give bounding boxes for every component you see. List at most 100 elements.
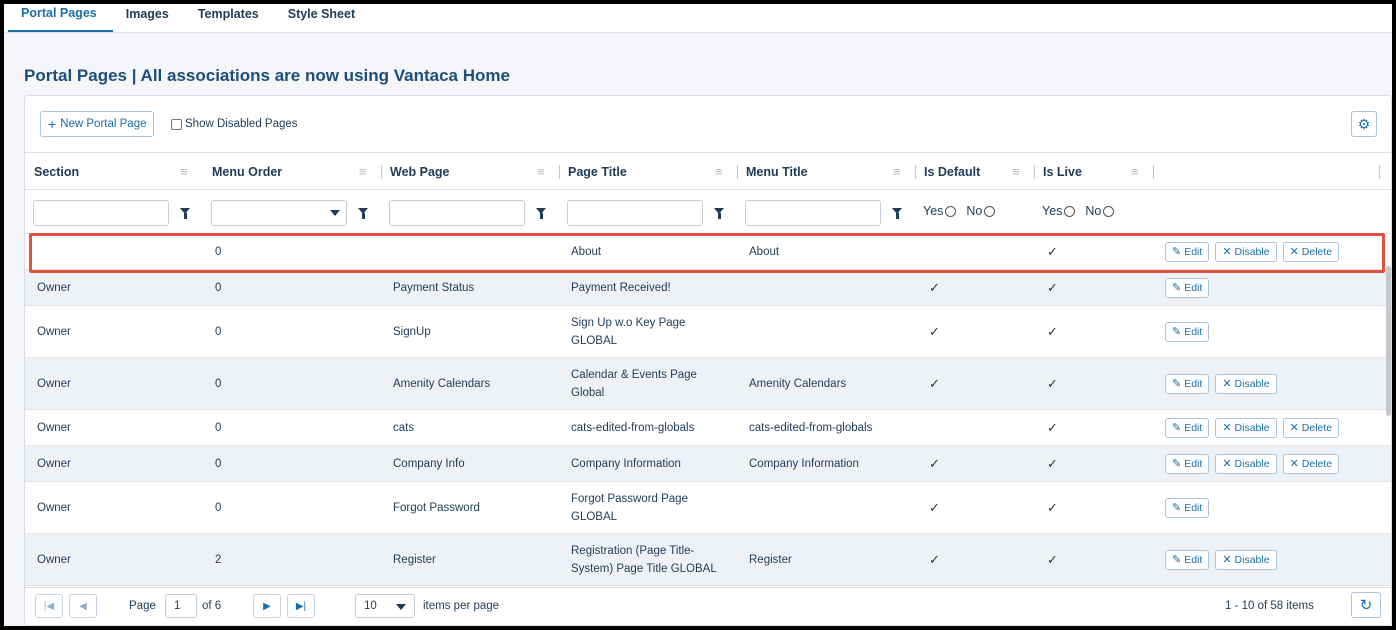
cell-menu-title: cats-edited-from-globals (749, 421, 873, 434)
pencil-icon: ✎ (1172, 554, 1182, 566)
column-header-web-page[interactable]: Web Page (390, 153, 450, 191)
no-label: No (1085, 204, 1102, 218)
yes-label: Yes (1042, 204, 1063, 218)
column-separator[interactable] (1379, 165, 1380, 179)
column-header-page-title[interactable]: Page Title (568, 153, 627, 191)
show-disabled-checkbox[interactable] (171, 118, 182, 130)
x-icon: ✕ (1289, 422, 1299, 434)
tab-portal-pages[interactable]: Portal Pages (8, 4, 113, 32)
disable-button[interactable]: ✕ Disable (1215, 241, 1277, 262)
disable-button[interactable]: ✕ Disable (1215, 417, 1277, 438)
next-page-button[interactable]: ▶ (253, 594, 281, 618)
delete-button[interactable]: ✕ Delete (1282, 241, 1340, 262)
column-separator[interactable] (559, 165, 560, 179)
chevron-down-icon (330, 210, 340, 216)
is-default-check-icon: ✓ (929, 551, 940, 567)
table-row[interactable]: Owner 0 Company Info Company Information Com… (25, 446, 1391, 482)
column-separator[interactable] (737, 165, 738, 179)
table-row[interactable]: Owner 0 cats cats-edited-from-globals cats-e… (25, 410, 1391, 446)
is-default-yes-radio[interactable] (945, 205, 957, 217)
is-live-check-icon: ✓ (1047, 279, 1058, 295)
column-menu-icon[interactable]: ≡ (1131, 165, 1139, 178)
is-live-yes-radio[interactable] (1064, 205, 1076, 217)
column-menu-icon[interactable]: ≡ (893, 165, 901, 178)
refresh-button[interactable]: ↻ (1351, 592, 1381, 618)
filter-icon[interactable] (714, 208, 724, 219)
delete-button[interactable]: ✕ Delete (1282, 453, 1340, 474)
disable-button[interactable]: ✕ Disable (1215, 453, 1277, 474)
previous-page-icon: ◀ (79, 600, 87, 612)
previous-page-button[interactable]: ◀ (69, 594, 97, 618)
filter-icon[interactable] (892, 208, 902, 219)
column-header-menu-order[interactable]: Menu Order (212, 153, 282, 191)
cell-menu-order: 0 (215, 325, 222, 338)
edit-button[interactable]: ✎ Edit (1165, 497, 1210, 518)
is-default-no-radio[interactable] (984, 205, 996, 217)
tab-templates[interactable]: Templates (185, 4, 275, 32)
settings-button[interactable]: ⚙ (1351, 111, 1377, 137)
page-title-filter-input[interactable] (567, 200, 703, 226)
tab-style-sheet[interactable]: Style Sheet (275, 4, 371, 32)
pencil-icon: ✎ (1172, 502, 1182, 514)
edit-button[interactable]: ✎ Edit (1165, 277, 1210, 298)
tab-images[interactable]: Images (113, 4, 185, 32)
column-menu-icon[interactable]: ≡ (537, 165, 545, 178)
menu-title-filter-input[interactable] (745, 200, 881, 226)
edit-button[interactable]: ✎ Edit (1165, 453, 1210, 474)
edit-button[interactable]: ✎ Edit (1165, 549, 1210, 570)
column-separator[interactable] (1153, 165, 1154, 179)
last-page-button[interactable]: ▶| (287, 594, 315, 618)
column-separator[interactable] (1034, 165, 1035, 179)
row-actions: ✎ Edit (1165, 270, 1210, 305)
table-row[interactable]: Owner 0 Payment Status Payment Received! ✓ ✓ ✎… (25, 270, 1391, 306)
table-row[interactable]: Owner 0 Amenity Calendars Calendar & Events… (25, 358, 1391, 410)
refresh-icon: ↻ (1359, 597, 1373, 614)
is-live-check-icon: ✓ (1047, 419, 1058, 435)
edit-button[interactable]: ✎ Edit (1165, 417, 1210, 438)
column-separator[interactable] (381, 165, 382, 179)
filter-icon[interactable] (358, 208, 368, 219)
table-row[interactable]: 0 About About ✓ ✎ Edit ✕ Disable ✕ Delete (25, 234, 1391, 270)
first-page-button[interactable]: |◀ (35, 594, 63, 618)
table-row[interactable]: Owner 0 Forgot Password Forgot Password Pag… (25, 482, 1391, 534)
last-page-icon: ▶| (295, 600, 307, 612)
show-disabled-toggle[interactable]: Show Disabled Pages (171, 118, 298, 130)
web-page-filter-input[interactable] (389, 200, 525, 226)
filter-icon[interactable] (180, 208, 190, 219)
column-header-is-live[interactable]: Is Live (1043, 153, 1082, 191)
cell-section: Owner (37, 553, 71, 566)
filter-icon[interactable] (536, 208, 546, 219)
column-menu-icon[interactable]: ≡ (715, 165, 723, 178)
section-filter-input[interactable] (33, 200, 169, 226)
column-header-section[interactable]: Section (34, 153, 79, 191)
edit-button[interactable]: ✎ Edit (1165, 321, 1210, 342)
edit-label: Edit (1184, 553, 1203, 566)
disable-label: Disable (1234, 553, 1270, 566)
disable-button[interactable]: ✕ Disable (1215, 373, 1277, 394)
column-menu-icon[interactable]: ≡ (1012, 165, 1020, 178)
menu-order-filter-input[interactable] (211, 200, 347, 226)
column-menu-icon[interactable]: ≡ (359, 165, 367, 178)
disable-button[interactable]: ✕ Disable (1215, 549, 1277, 570)
column-separator[interactable] (915, 165, 916, 179)
column-header-is-default[interactable]: Is Default (924, 153, 980, 191)
cell-section: Owner (37, 457, 71, 470)
edit-label: Edit (1184, 325, 1203, 338)
page-number-input[interactable]: 1 (165, 594, 197, 618)
edit-label: Edit (1184, 281, 1203, 294)
table-row[interactable]: Owner 2 Register Registration (Page Title-S… (25, 534, 1391, 586)
vertical-scrollbar[interactable] (1386, 266, 1391, 416)
column-menu-icon[interactable]: ≡ (180, 165, 188, 178)
row-actions: ✎ Edit ✕ Disable ✕ Delete (1165, 410, 1340, 445)
new-portal-page-button[interactable]: + New Portal Page (40, 111, 155, 137)
is-live-check-icon: ✓ (1047, 375, 1058, 391)
edit-button[interactable]: ✎ Edit (1165, 373, 1210, 394)
is-live-no-radio[interactable] (1103, 205, 1115, 217)
cell-menu-order: 0 (215, 457, 222, 470)
table-row[interactable]: Owner 0 SignUp Sign Up w.o Key Page GLOBAL ✓… (25, 306, 1391, 358)
delete-button[interactable]: ✕ Delete (1282, 417, 1340, 438)
edit-button[interactable]: ✎ Edit (1165, 241, 1210, 262)
page-size-select[interactable]: 10 (355, 594, 415, 618)
is-default-check-icon: ✓ (929, 323, 940, 339)
column-header-menu-title[interactable]: Menu Title (746, 153, 808, 191)
